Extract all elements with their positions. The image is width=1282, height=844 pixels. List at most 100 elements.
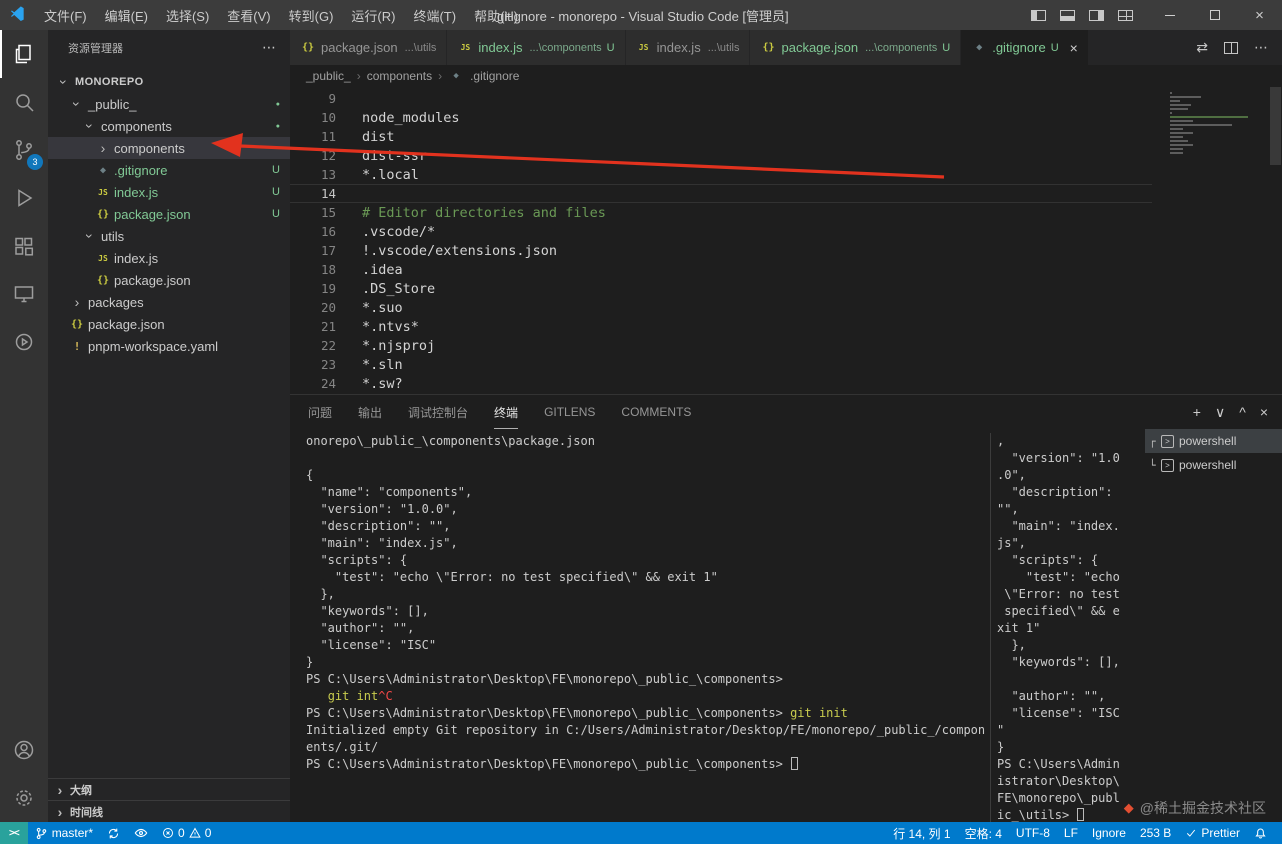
terminal-line: ents/.git/ <box>306 740 379 754</box>
menu-item-v[interactable]: 查看(V) <box>218 0 279 30</box>
panel-tab-4[interactable]: GITLENS <box>544 395 595 429</box>
more-actions-icon[interactable]: ⋯ <box>262 39 276 56</box>
editor-tab-package-json[interactable]: {} package.json ...\components U <box>750 30 962 65</box>
code-line[interactable]: 16 .vscode/* <box>290 222 1152 241</box>
menu-item-r[interactable]: 运行(R) <box>342 0 404 30</box>
menu-item-h[interactable]: 帮助(H) <box>465 0 527 30</box>
prettier-indicator[interactable]: Prettier <box>1178 822 1247 844</box>
problems-indicator[interactable]: 00 <box>155 822 218 844</box>
tree-item-utils[interactable]: › utils <box>48 225 290 247</box>
minimize-button[interactable] <box>1147 0 1192 30</box>
code-line[interactable]: 10 node_modules <box>290 108 1152 127</box>
terminal-list-item[interactable]: ┌ > powershell <box>1145 429 1282 453</box>
tree-item-gitignore[interactable]: ◆ .gitignore U <box>48 159 290 181</box>
live-server-view-icon[interactable] <box>0 318 48 366</box>
branch-indicator[interactable]: master* <box>28 822 100 844</box>
new-terminal-icon[interactable]: + <box>1193 404 1201 420</box>
toggle-secondary-sidebar-icon[interactable] <box>1089 9 1104 21</box>
extensions-view-icon[interactable] <box>0 222 48 270</box>
breadcrumb-item-public[interactable]: _public_ <box>306 69 351 83</box>
more-actions-icon[interactable]: ⋯ <box>1254 39 1268 56</box>
explorer-view-icon[interactable] <box>0 30 48 78</box>
code-line[interactable]: 20 *.suo <box>290 298 1152 317</box>
editor-tab-index-js[interactable]: JS index.js ...\utils <box>625 30 751 65</box>
gitlens-blame-toggle[interactable] <box>127 822 155 844</box>
tree-item-package-json[interactable]: {} package.json U <box>48 203 290 225</box>
tree-item-components[interactable]: › components <box>48 137 290 159</box>
tree-item-package-json[interactable]: {} package.json <box>48 313 290 335</box>
notifications-bell[interactable] <box>1247 822 1274 844</box>
accounts-icon[interactable] <box>0 726 48 774</box>
tree-item-pnpm-workspace-yaml[interactable]: ! pnpm-workspace.yaml <box>48 335 290 357</box>
editor-tab-package-json[interactable]: {} package.json ...\utils <box>290 30 448 65</box>
sync-button[interactable] <box>100 822 127 844</box>
timeline-section[interactable]: › 时间线 <box>48 800 290 822</box>
cursor-position[interactable]: 行 14, 列 1 <box>886 822 957 844</box>
source-control-view-icon[interactable]: 3 <box>0 126 48 174</box>
code-line[interactable]: 22 *.njsproj <box>290 336 1152 355</box>
tree-item-index-js[interactable]: JS index.js U <box>48 181 290 203</box>
toggle-panel-icon[interactable] <box>1060 9 1075 21</box>
menu-item-f[interactable]: 文件(F) <box>35 0 96 30</box>
file-size[interactable]: 253 B <box>1133 822 1178 844</box>
remote-explorer-view-icon[interactable] <box>0 270 48 318</box>
panel-tab-1[interactable]: 输出 <box>358 395 382 429</box>
minimap[interactable] <box>1170 92 1266 154</box>
code-editor[interactable]: 9 10 node_modules 11 dist 12 dist-ssr 13 *.local… <box>290 87 1282 394</box>
code-line[interactable]: 24 *.sw? <box>290 374 1152 393</box>
split-editor-icon[interactable] <box>1224 41 1238 54</box>
tree-item-packages[interactable]: › packages <box>48 291 290 313</box>
language-mode[interactable]: Ignore <box>1085 822 1133 844</box>
tree-item-index-js[interactable]: JS index.js <box>48 247 290 269</box>
settings-gear-icon[interactable] <box>0 774 48 822</box>
menu-item-g[interactable]: 转到(G) <box>280 0 343 30</box>
encoding[interactable]: UTF-8 <box>1009 822 1057 844</box>
tree-item-public[interactable]: › _public_ ● <box>48 93 290 115</box>
editor-tab-index-js[interactable]: JS index.js ...\components U <box>447 30 626 65</box>
maximize-button[interactable] <box>1192 0 1237 30</box>
tree-item-components[interactable]: › components ● <box>48 115 290 137</box>
editor-tab-gitignore[interactable]: ◆ .gitignore U × <box>961 30 1089 65</box>
code-line[interactable]: 21 *.ntvs* <box>290 317 1152 336</box>
close-tab-icon[interactable]: × <box>1070 40 1078 56</box>
code-line[interactable]: 15 # Editor directories and files <box>290 203 1152 222</box>
line-number: 15 <box>320 205 336 220</box>
terminal-dropdown-icon[interactable]: ∨ <box>1215 404 1225 421</box>
indentation[interactable]: 空格: 4 <box>958 822 1009 844</box>
close-panel-icon[interactable]: × <box>1260 404 1268 420</box>
search-view-icon[interactable] <box>0 78 48 126</box>
breadcrumb-item-gitignore[interactable]: .gitignore <box>470 69 519 83</box>
code-line[interactable]: 14 <box>290 184 1152 203</box>
remote-indicator[interactable]: >< <box>0 822 28 844</box>
menu-item-s[interactable]: 选择(S) <box>157 0 218 30</box>
panel-tab-0[interactable]: 问题 <box>308 395 332 429</box>
terminal-output-right[interactable]: , "version": "1.0.0", "description": "", … <box>990 433 1142 822</box>
panel-tab-2[interactable]: 调试控制台 <box>408 395 468 429</box>
run-debug-view-icon[interactable] <box>0 174 48 222</box>
eol[interactable]: LF <box>1057 822 1085 844</box>
terminal-list-item[interactable]: └ > powershell <box>1145 453 1282 477</box>
toggle-sidebar-icon[interactable] <box>1031 9 1046 21</box>
close-window-button[interactable]: × <box>1237 0 1282 30</box>
code-line[interactable]: 13 *.local <box>290 165 1152 184</box>
menu-item-e[interactable]: 编辑(E) <box>96 0 157 30</box>
maximize-panel-icon[interactable]: ^ <box>1239 404 1246 420</box>
tree-item-package-json[interactable]: {} package.json <box>48 269 290 291</box>
tree-item-monorepo[interactable]: › MONOREPO <box>48 71 290 93</box>
terminal-output-left[interactable]: onorepo\_public_\components\package.json… <box>306 433 996 773</box>
panel-tab-3[interactable]: 终端 <box>494 395 518 429</box>
code-line[interactable]: 9 <box>290 89 1152 108</box>
code-line[interactable]: 19 .DS_Store <box>290 279 1152 298</box>
open-changes-icon[interactable]: ⇄ <box>1196 39 1208 56</box>
code-line[interactable]: 23 *.sln <box>290 355 1152 374</box>
panel-tab-5[interactable]: COMMENTS <box>621 395 691 429</box>
code-line[interactable]: 12 dist-ssr <box>290 146 1152 165</box>
breadcrumb-item-components[interactable]: components <box>367 69 432 83</box>
code-line[interactable]: 18 .idea <box>290 260 1152 279</box>
editor-scrollbar[interactable] <box>1270 87 1281 165</box>
menu-item-t[interactable]: 终端(T) <box>404 0 465 30</box>
code-line[interactable]: 17 !.vscode/extensions.json <box>290 241 1152 260</box>
outline-section[interactable]: › 大纲 <box>48 778 290 800</box>
customize-layout-icon[interactable] <box>1118 9 1133 21</box>
code-line[interactable]: 11 dist <box>290 127 1152 146</box>
